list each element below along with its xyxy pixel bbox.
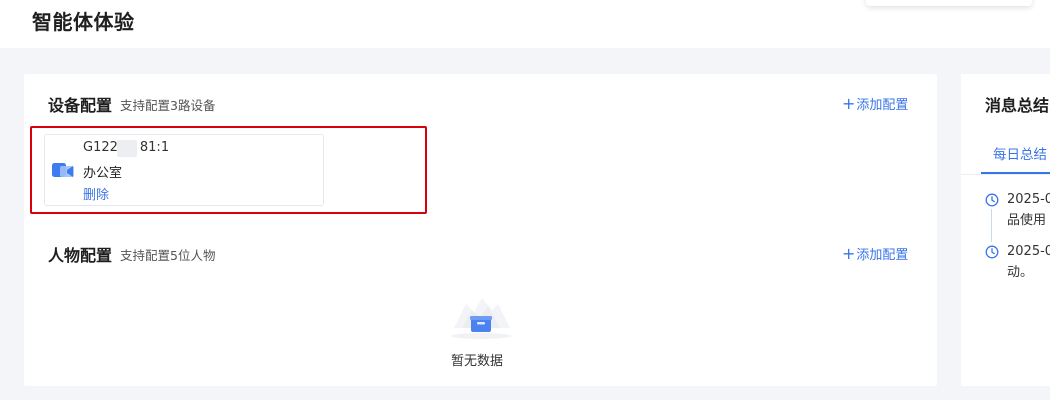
tab-divider — [961, 174, 1050, 175]
device-section-subtitle: 支持配置3路设备 — [120, 98, 216, 113]
timeline-connector — [991, 209, 992, 242]
add-person-config-label: 添加配置 — [856, 248, 909, 263]
person-section-title: 人物配置 — [48, 246, 113, 265]
timeline-entry-date: 2025-0 — [1007, 192, 1050, 207]
redaction-mask — [117, 140, 137, 157]
add-device-config-button[interactable]: + 添加配置 — [842, 94, 909, 114]
device-id-prefix: G122 — [83, 140, 118, 155]
device-section-title: 设备配置 — [48, 96, 113, 115]
empty-state-text: 暂无数据 — [451, 354, 504, 369]
top-header: 智能体体验 — [0, 0, 1050, 48]
person-section-subtitle: 支持配置5位人物 — [120, 248, 216, 263]
dropdown-popover — [866, 0, 1032, 6]
clock-icon — [985, 193, 999, 207]
tab-daily-summary[interactable]: 每日总结 — [993, 143, 1047, 163]
device-card[interactable]: G122 81:1 办公室 删除 — [44, 134, 324, 206]
delete-device-link[interactable]: 删除 — [83, 184, 109, 203]
timeline-entry-text: 品使用 — [1007, 213, 1047, 228]
device-id-suffix: 81:1 — [139, 140, 170, 155]
add-device-config-label: 添加配置 — [856, 98, 909, 113]
message-summary-title: 消息总结 — [985, 96, 1050, 115]
clock-icon — [985, 245, 999, 259]
device-name: 办公室 — [83, 166, 123, 181]
timeline-entry: 2025-0 动。 — [1007, 241, 1050, 283]
page-title: 智能体体验 — [32, 10, 135, 34]
plus-icon: + — [842, 244, 856, 263]
main-config-panel: 设备配置 支持配置3路设备 + 添加配置 G122 81:1 办公室 删除 人物配… — [24, 74, 937, 386]
timeline-entry-text: 动。 — [1007, 265, 1034, 280]
plus-icon: + — [842, 94, 856, 113]
timeline-entry-date: 2025-0 — [1007, 244, 1050, 259]
timeline-entry: 2025-0 品使用 — [1007, 189, 1050, 231]
message-summary-panel: 消息总结 每日总结 2025-0 品使用 2025-0 动。 — [961, 74, 1050, 386]
add-person-config-button[interactable]: + 添加配置 — [842, 244, 909, 264]
video-camera-icon — [52, 163, 74, 177]
empty-box-illustration — [451, 298, 511, 339]
active-tab-indicator — [981, 172, 1050, 174]
